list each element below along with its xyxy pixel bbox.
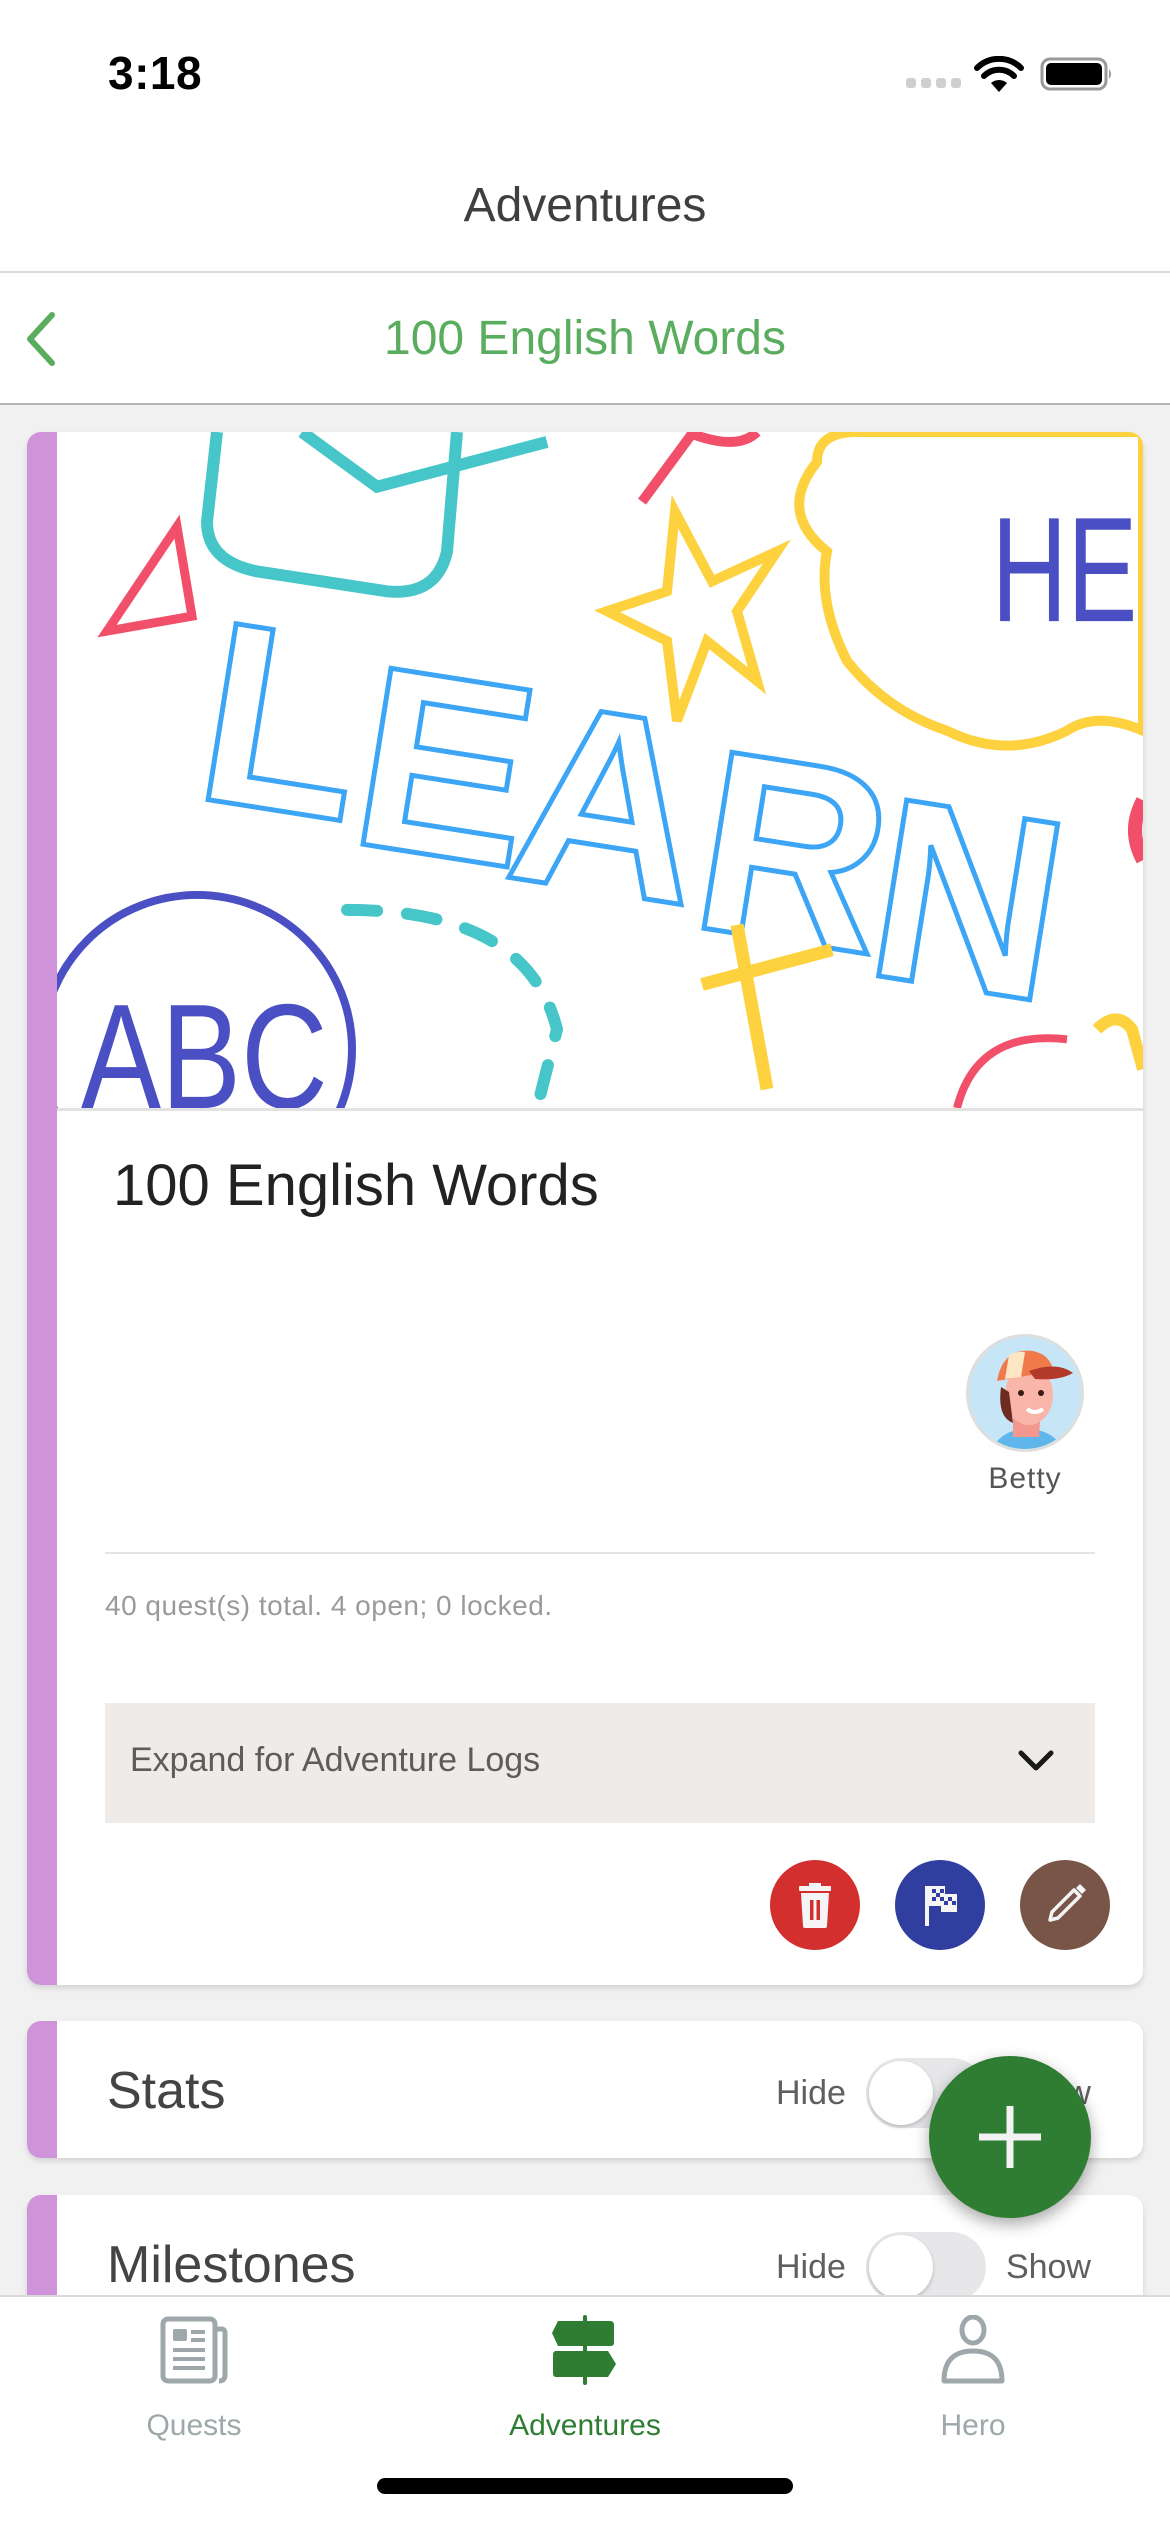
adventure-banner-image: HEL L E A R N ABC [57, 432, 1143, 1111]
hero-avatar-icon [969, 1337, 1081, 1449]
divider [105, 1552, 1095, 1554]
quest-summary: 40 quest(s) total. 4 open; 0 locked. [105, 1590, 553, 1621]
add-quest-button[interactable] [929, 2056, 1091, 2218]
toggle-off-label: Hide [776, 2073, 846, 2112]
battery-icon [1040, 57, 1111, 91]
nav-header: Adventures [0, 140, 1170, 273]
adventure-title: 100 English Words [113, 1153, 599, 1218]
section-title: Stats [107, 2062, 226, 2120]
section-title: Milestones [107, 2236, 356, 2294]
status-time: 3:18 [108, 47, 203, 99]
tab-label: Quests [146, 2409, 242, 2442]
adventure-header-title: 100 English Words [384, 312, 786, 365]
milestones-visibility-toggle[interactable] [865, 2232, 986, 2302]
home-indicator[interactable] [377, 2478, 793, 2494]
tab-label: Hero [940, 2409, 1006, 2442]
owner-name: Betty [988, 1462, 1062, 1495]
tab-hero[interactable]: Hero [853, 2315, 1093, 2443]
plus-icon [979, 2106, 1041, 2168]
person-icon [941, 2315, 1005, 2384]
adventure-header: 100 English Words [0, 273, 1170, 405]
signpost-icon [552, 2315, 616, 2385]
adventure-actions [770, 1860, 1110, 1950]
svg-text:HEL: HEL [992, 487, 1144, 654]
card-accent-bar [27, 432, 57, 1985]
tab-quests[interactable]: Quests [74, 2315, 314, 2443]
finish-adventure-button[interactable] [895, 1860, 985, 1950]
tab-label: Adventures [509, 2409, 661, 2442]
chevron-down-icon [1018, 1750, 1054, 1771]
tab-bar: Quests Adventures Hero [0, 2295, 1170, 2532]
toggle-knob [868, 2235, 933, 2299]
avatar [966, 1334, 1084, 1452]
delete-adventure-button[interactable] [770, 1860, 860, 1950]
toggle-on-label: Show [1005, 2247, 1091, 2286]
adventure-owner[interactable]: Betty [955, 1334, 1095, 1496]
cellular-signal-icon [906, 78, 961, 88]
checkered-flag-icon [925, 1886, 957, 1926]
newspaper-icon [160, 2316, 228, 2384]
page-title: Adventures [463, 179, 707, 232]
tab-adventures[interactable]: Adventures [465, 2315, 705, 2443]
toggle-knob [868, 2061, 933, 2125]
pencil-icon [1048, 1884, 1086, 1922]
wifi-icon [974, 56, 1024, 92]
adventure-logs-expander[interactable]: Expand for Adventure Logs [105, 1703, 1095, 1823]
adventure-card: HEL L E A R N ABC 100 English Words [27, 432, 1143, 1985]
svg-text:ABC: ABC [81, 972, 328, 1108]
expander-label: Expand for Adventure Logs [130, 1741, 541, 1779]
status-bar: 3:18 [0, 0, 1170, 140]
edit-adventure-button[interactable] [1020, 1860, 1110, 1950]
trash-icon [799, 1883, 831, 1928]
toggle-off-label: Hide [776, 2247, 846, 2286]
milestones-visibility-toggle-group: Hide Show [776, 2232, 1091, 2302]
card-accent-bar [27, 2021, 57, 2158]
